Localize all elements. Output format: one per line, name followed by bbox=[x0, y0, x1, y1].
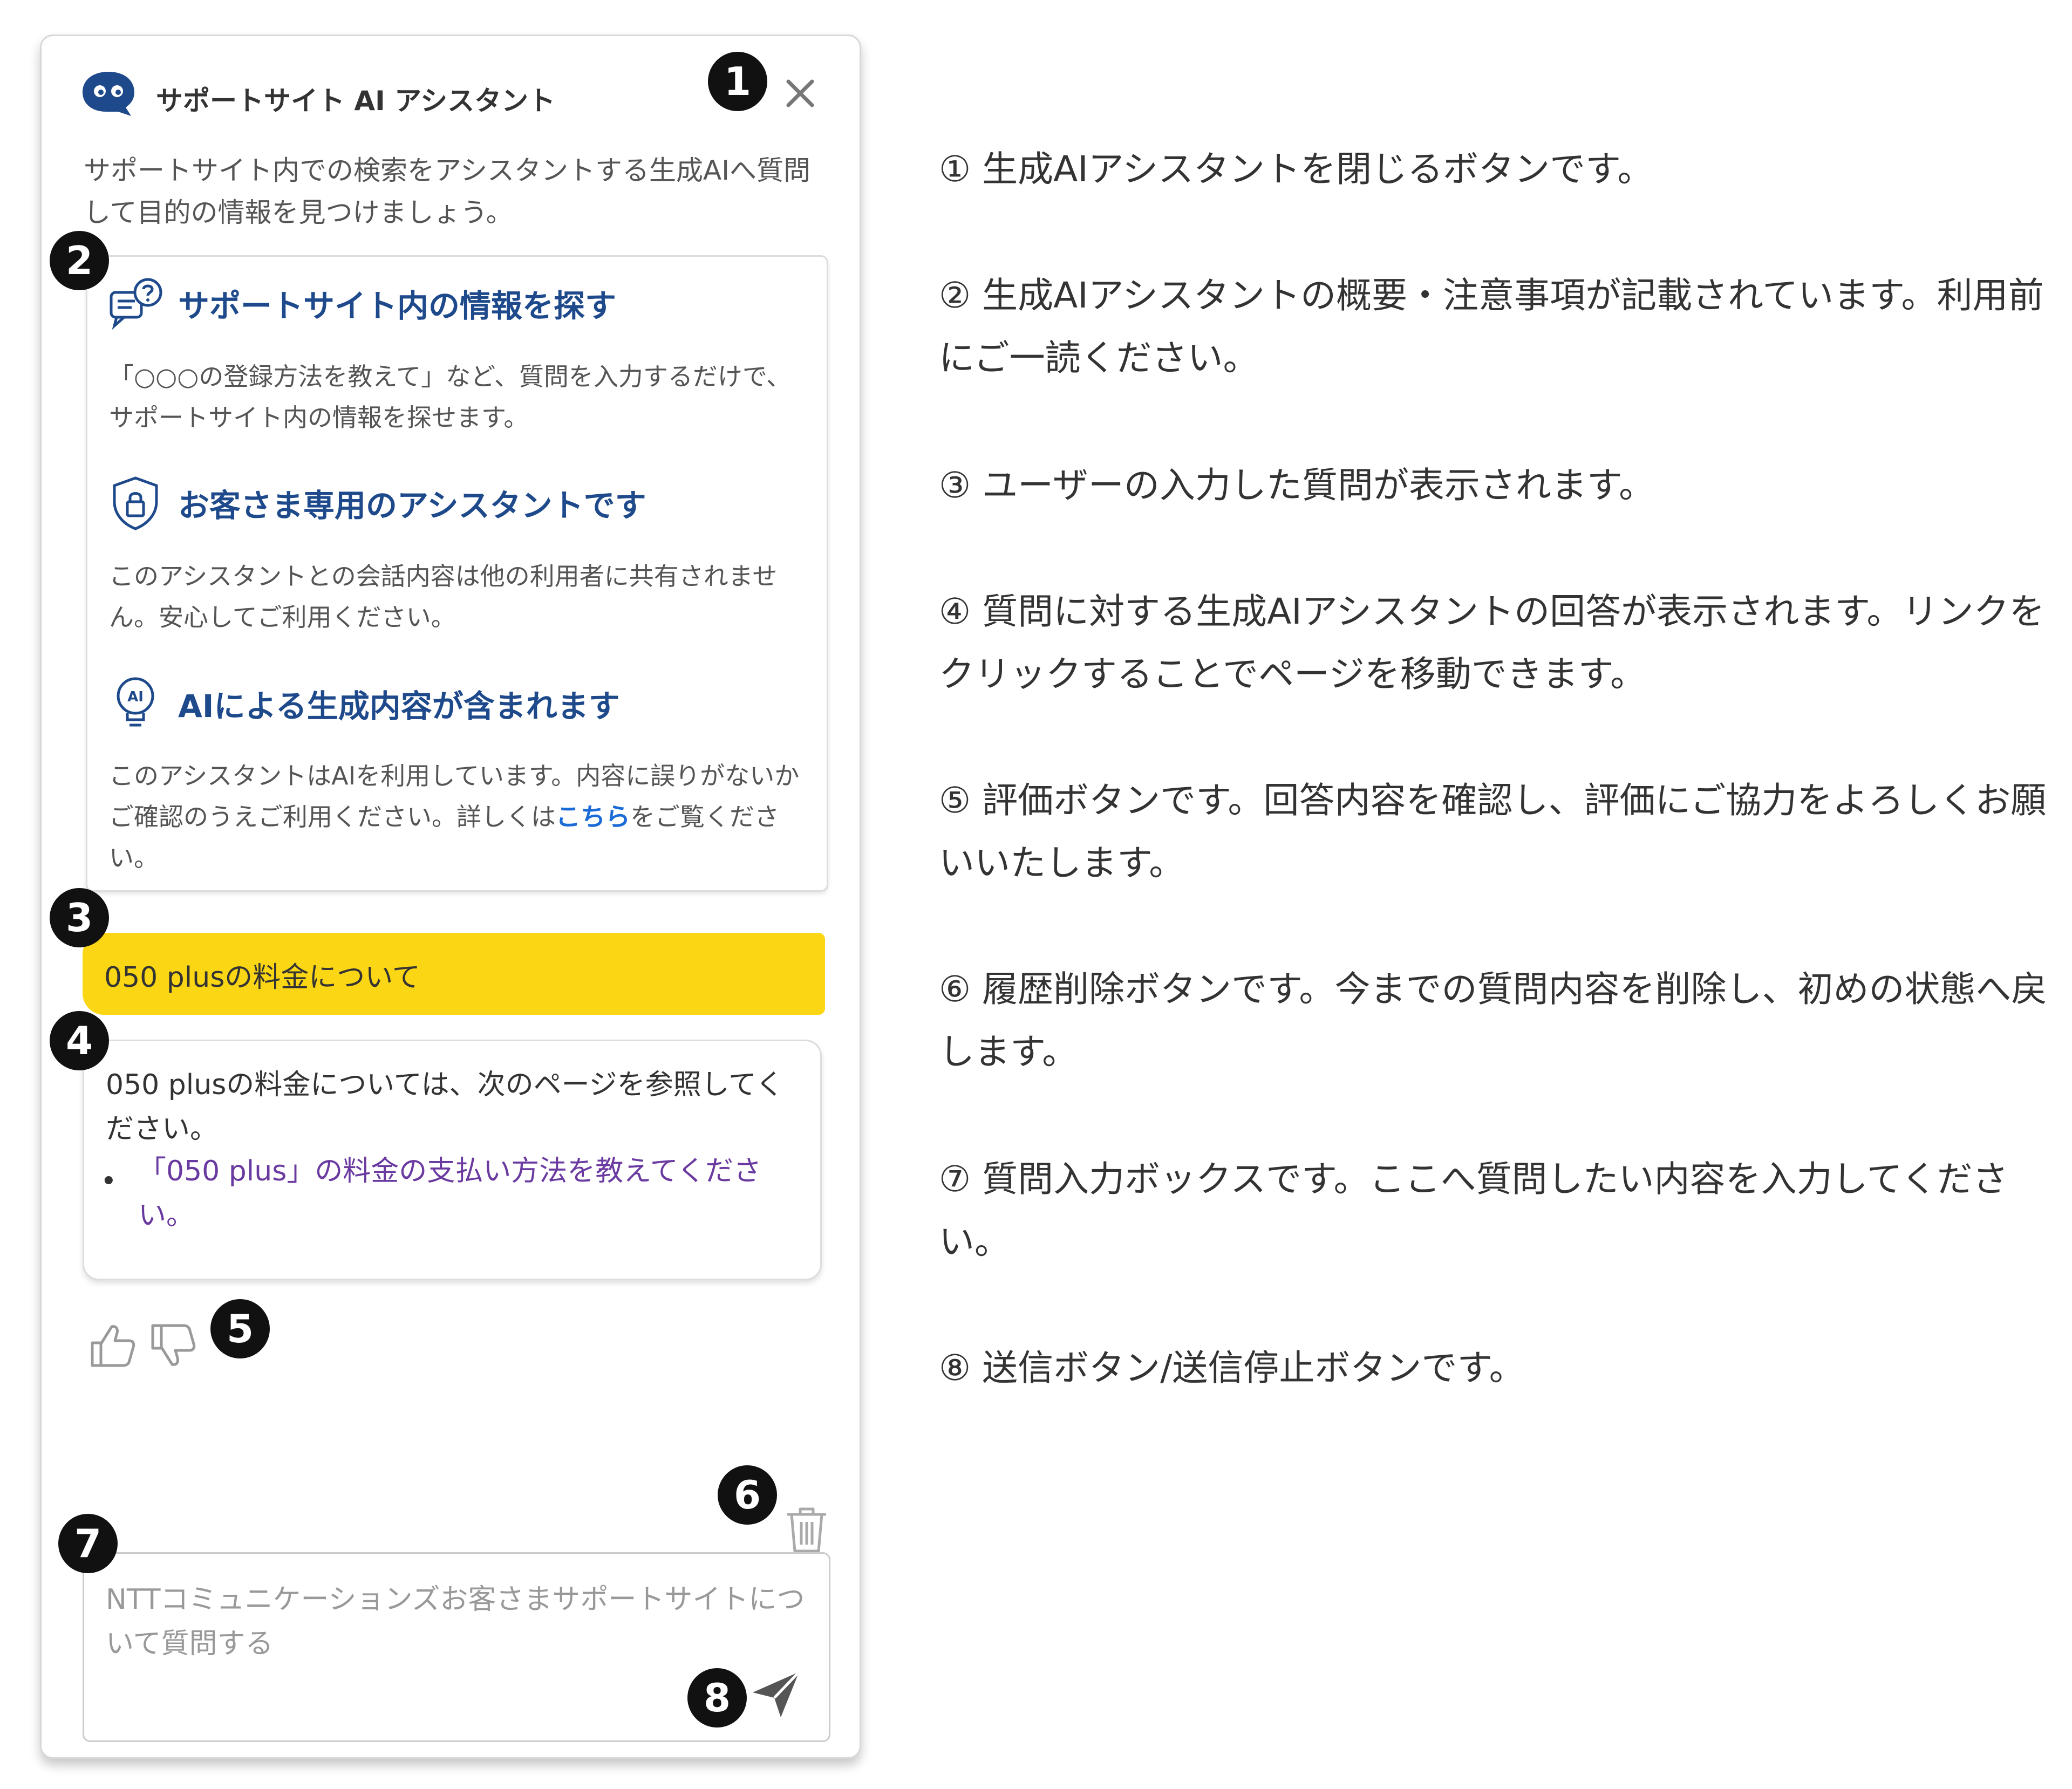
section-title-search: サポートサイト内の情報を探す bbox=[178, 288, 617, 324]
answer-bullet: • bbox=[100, 1165, 117, 1198]
badge-1: 1 bbox=[708, 52, 767, 111]
section-title-private: お客さま専用のアシスタントです bbox=[178, 487, 646, 524]
badge-5: 5 bbox=[210, 1299, 270, 1358]
badge-6: 6 bbox=[718, 1465, 777, 1525]
chat-bot-logo-icon bbox=[83, 72, 134, 116]
badge-4: 4 bbox=[50, 1011, 109, 1070]
explanation-7: ⑦ 質問入力ボックスです。ここへ質問したい内容を入力してください。 bbox=[939, 1158, 2008, 1262]
user-message-bubble: 050 plusの料金について bbox=[83, 933, 825, 1015]
assistant-answer-card: 050 plusの料金については、次のページを参照してください。 • 「050 … bbox=[83, 1040, 822, 1280]
explanation-5: ⑤ 評価ボタンです。回答内容を確認し、評価にご協力をよろしくお願いいたします。 bbox=[939, 780, 2047, 884]
thumbs-up-icon[interactable] bbox=[88, 1321, 137, 1370]
explanation-1: ① 生成AIアシスタントを閉じるボタンです。 bbox=[939, 148, 1653, 190]
badge-7: 7 bbox=[58, 1514, 118, 1573]
chat-question-icon bbox=[110, 278, 162, 330]
svg-text:AI: AI bbox=[127, 689, 144, 705]
panel-title: サポートサイト AI アシスタント bbox=[156, 85, 556, 117]
info-card: サポートサイト内の情報を探す 「○○○の登録方法を教えて」など、質問を入力するだ… bbox=[86, 255, 828, 892]
explanation-8: ⑧ 送信ボタン/送信停止ボタンです。 bbox=[939, 1347, 1525, 1389]
thumbs-down-icon[interactable] bbox=[148, 1321, 197, 1370]
explanation-4: ④ 質問に対する生成AIアシスタントの回答が表示されます。リンクをクリックするこ… bbox=[939, 591, 2045, 695]
explanation-6: ⑥ 履歴削除ボタンです。今までの質問内容を削除し、初めの状態へ戻します。 bbox=[939, 968, 2047, 1073]
user-message-text: 050 plusの料金について bbox=[104, 961, 420, 994]
badge-2: 2 bbox=[50, 231, 109, 290]
section-desc-private: このアシスタントとの会話内容は他の利用者に共有されません。安心してご利用ください… bbox=[109, 562, 778, 632]
badge-3: 3 bbox=[50, 888, 109, 947]
section-desc-search: 「○○○の登録方法を教えて」など、質問を入力するだけで、サポートサイト内の情報を… bbox=[109, 362, 791, 432]
trash-icon[interactable] bbox=[784, 1505, 829, 1554]
send-icon[interactable] bbox=[746, 1664, 806, 1724]
answer-link[interactable]: 「050 plus」の料金の支払い方法を教えてください。 bbox=[138, 1149, 802, 1238]
section-desc-ai: このアシスタントはAIを利用しています。内容に誤りがないかご確認のうえご利用くだ… bbox=[109, 755, 805, 878]
answer-text: 050 plusの料金については、次のページを参照してください。 bbox=[106, 1069, 784, 1145]
shield-lock-icon bbox=[113, 476, 158, 530]
close-icon[interactable] bbox=[781, 74, 820, 113]
intro-text: サポートサイト内での検索をアシスタントする生成AIへ質問して目的の情報を見つけま… bbox=[84, 155, 810, 228]
explanation-3: ③ ユーザーの入力した質問が表示されます。 bbox=[939, 465, 1655, 506]
section-title-ai: AIによる生成内容が含まれます bbox=[178, 688, 620, 725]
ai-bulb-icon: AI bbox=[117, 677, 154, 727]
input-placeholder: NTTコミュニケーションズお客さまサポートサイトについて質問する bbox=[106, 1583, 805, 1660]
details-link[interactable]: こちら bbox=[556, 802, 630, 831]
badge-8: 8 bbox=[687, 1668, 747, 1727]
explanation-2: ② 生成AIアシスタントの概要・注意事項が記載されています。利用前にご一読くださ… bbox=[939, 275, 2044, 379]
